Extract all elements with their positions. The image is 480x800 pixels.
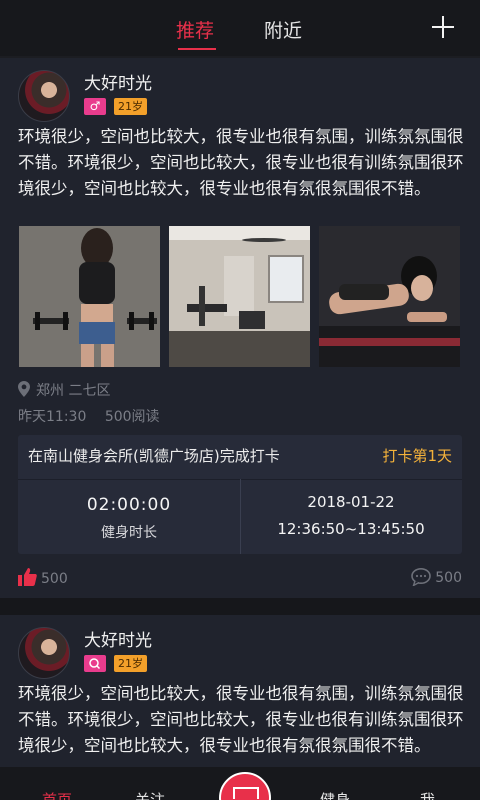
post-separator (0, 598, 480, 615)
comment-button[interactable]: 500 (411, 568, 462, 586)
checkin-date: 2018-01-22 (307, 493, 395, 511)
post-text: 环境很少，空间也比较大，很专业也很有氛围，训练氛氛围很不错。环境很少，空间也比较… (18, 127, 464, 198)
location-pin-icon (18, 381, 30, 397)
workout-duration: 02:00:00 (86, 495, 172, 515)
post-meta: 昨天11:30 500阅读 (18, 406, 174, 426)
thumbs-up-icon (18, 568, 37, 586)
age-badge: 21岁 (114, 98, 147, 115)
workout-duration-label: 健身时长 (101, 525, 157, 541)
tab-recommend[interactable]: 推荐 (176, 16, 214, 43)
checkin-title: 在南山健身会所(凯德广场店)完成打卡 (28, 447, 280, 465)
divider (240, 479, 241, 554)
like-count: 500 (41, 571, 68, 587)
nav-me[interactable]: 我 (420, 789, 435, 800)
woman-plank-exercise-photo[interactable] (319, 226, 460, 367)
active-tab-indicator (178, 48, 216, 50)
gym-woman-dumbbells-photo[interactable] (19, 226, 160, 367)
username[interactable]: 大好时光 (84, 626, 152, 651)
username[interactable]: 大好时光 (84, 69, 152, 94)
plus-icon[interactable] (430, 14, 456, 40)
nav-fitness[interactable]: 健身 (320, 789, 350, 800)
nav-home[interactable]: 首页 (42, 789, 72, 800)
read-count: 500阅读 (104, 409, 160, 425)
avatar[interactable] (18, 70, 70, 122)
post-time: 昨天11:30 (18, 409, 87, 425)
male-icon: ♂ (84, 98, 106, 115)
avatar[interactable] (18, 627, 70, 679)
gym-equipment-room-photo[interactable] (169, 226, 310, 367)
like-button[interactable]: 500 (18, 568, 68, 587)
feed-post[interactable]: 大好时光 ♂ 21岁 环境很少，空间也比较大，很专业也很有氛围，训练氛氛围很不错… (0, 58, 480, 598)
post-location[interactable]: 郑州 二七区 (18, 380, 110, 400)
location-text: 郑州 二七区 (36, 383, 111, 399)
age-badge: 21岁 (114, 655, 147, 672)
checkin-day-count: 打卡第1天 (382, 447, 452, 465)
comment-count: 500 (435, 570, 462, 586)
comment-icon (411, 568, 432, 586)
tab-nearby[interactable]: 附近 (264, 16, 302, 43)
checkin-time-range: 12:36:50~13:45:50 (277, 520, 425, 538)
nav-follow[interactable]: 关注 (135, 789, 165, 800)
top-navigation: 推荐 附近 (0, 0, 480, 56)
search-icon (84, 655, 106, 672)
checkin-card[interactable]: 在南山健身会所(凯德广场店)完成打卡 打卡第1天 02:00:00 健身时长 2… (18, 435, 462, 554)
